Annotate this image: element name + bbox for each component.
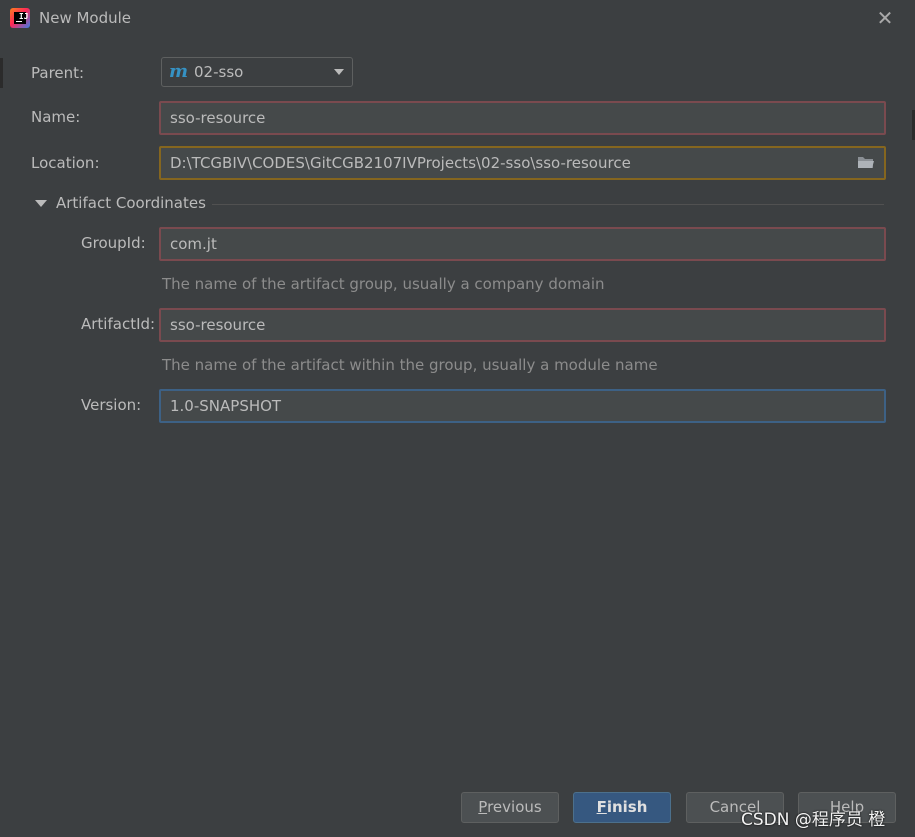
artifact-section-label[interactable]: Artifact Coordinates [56,194,206,212]
folder-icon[interactable] [857,156,875,169]
version-field[interactable]: 1.0-SNAPSHOT [159,389,886,423]
collapse-triangle-icon[interactable] [35,200,47,207]
previous-button-label: revious [487,798,542,816]
artifactid-label: ArtifactId: [81,315,156,333]
parent-select-value: 02-sso [194,63,244,81]
location-label: Location: [31,154,100,172]
artifactid-field[interactable]: sso-resource [159,308,886,342]
artifactid-hint: The name of the artifact within the grou… [162,356,658,374]
chevron-down-icon [334,69,344,75]
name-field[interactable]: sso-resource [159,101,886,135]
title-bar: IJ New Module ✕ [0,0,915,38]
groupid-label: GroupId: [81,234,146,252]
location-field-value: D:\TCGBIV\CODES\GitCGB2107IVProjects\02-… [170,154,631,172]
finish-button-mnemonic: F [596,798,607,816]
previous-button-mnemonic: P [478,798,488,816]
intellij-idea-icon: IJ [10,8,30,28]
window-title: New Module [39,9,132,27]
close-icon[interactable]: ✕ [872,6,898,32]
parent-label: Parent: [31,64,85,82]
watermark: CSDN @程序员 橙 [741,810,886,830]
previous-button[interactable]: Previous [461,792,559,823]
version-label: Version: [81,396,142,414]
groupid-hint: The name of the artifact group, usually … [162,275,605,293]
parent-select[interactable]: m 02-sso [161,57,353,87]
finish-button[interactable]: Finish [573,792,671,823]
maven-icon: m [169,61,189,82]
finish-button-label: inish [606,798,648,816]
window-edge [0,58,3,88]
location-field[interactable]: D:\TCGBIV\CODES\GitCGB2107IVProjects\02-… [159,146,886,180]
section-divider [212,204,884,205]
groupid-field[interactable]: com.jt [159,227,886,261]
name-label: Name: [31,108,81,126]
